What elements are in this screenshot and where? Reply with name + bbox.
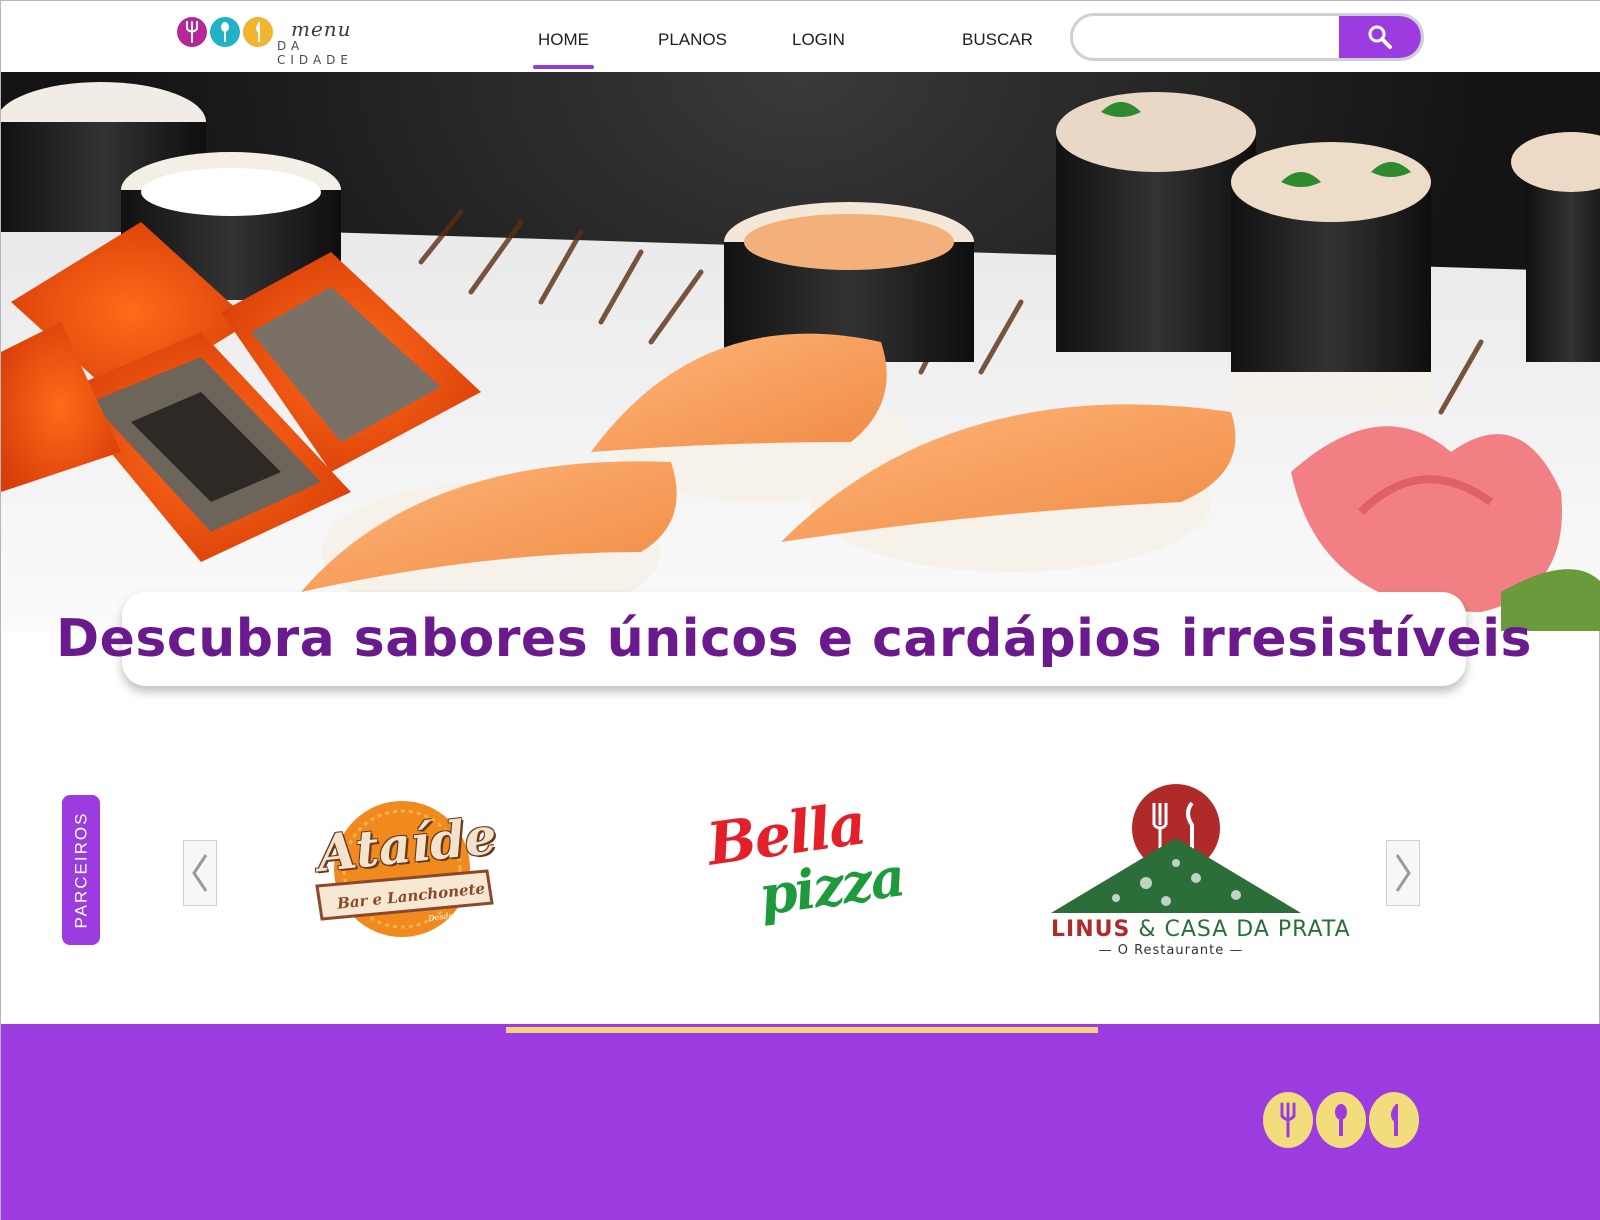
site-logo[interactable]: menu DA CIDADE <box>177 13 387 67</box>
linus-word: LINUS <box>1051 917 1131 942</box>
site-footer <box>1 1024 1600 1220</box>
spoon-icon <box>1316 1092 1366 1148</box>
nav-active-indicator <box>533 65 594 69</box>
knife-icon <box>1369 1092 1419 1148</box>
logo-dots <box>177 17 273 47</box>
search-button[interactable] <box>1339 16 1421 58</box>
search-bar <box>1070 13 1424 61</box>
logo-word-top: menu <box>291 17 352 41</box>
footer-logo[interactable] <box>1263 1092 1419 1148</box>
nav-login[interactable]: LOGIN <box>792 30 845 50</box>
logo-word-bottom: DA CIDADE <box>277 39 353 67</box>
chevron-right-icon <box>1395 854 1411 892</box>
carousel-next-button[interactable] <box>1386 840 1420 906</box>
fork-icon <box>1263 1092 1313 1148</box>
hero-tagline: Descubra sabores únicos e cardápios irre… <box>56 609 1533 669</box>
carousel-prev-button[interactable] <box>183 840 217 906</box>
site-header: menu DA CIDADE HOME PLANOS LOGIN BUSCAR <box>1 1 1600 72</box>
hero-sushi-image <box>1 82 1600 631</box>
partner-logo-ataide[interactable]: Ataíde Bar e Lanchonete Desde 1978 <box>297 791 507 951</box>
partners-label: PARCEIROS <box>71 811 90 929</box>
linus-name: LINUS & CASA DA PRATA <box>1051 917 1350 942</box>
nav-home[interactable]: HOME <box>538 30 589 50</box>
hero-banner <box>1 72 1600 631</box>
linus-tagline-text: O Restaurante <box>1117 943 1225 958</box>
nav-buscar[interactable]: BUSCAR <box>962 30 1033 50</box>
knife-icon <box>243 17 273 47</box>
linus-emblem <box>1051 784 1301 913</box>
hero-tagline-card: Descubra sabores únicos e cardápios irre… <box>56 592 1532 686</box>
footer-accent-line <box>506 1027 1098 1033</box>
partners-label-tab: PARCEIROS <box>62 795 100 945</box>
search-icon <box>1368 25 1392 49</box>
partner-logo-bella-pizza[interactable]: Bella pizza <box>701 789 911 946</box>
spoon-icon <box>210 17 240 47</box>
fork-icon <box>177 17 207 47</box>
chevron-left-icon <box>192 854 208 892</box>
nav-planos[interactable]: PLANOS <box>658 30 727 50</box>
casa-da-prata-word: & CASA DA PRATA <box>1138 917 1351 942</box>
search-input[interactable] <box>1073 16 1343 58</box>
linus-tagline: — O Restaurante — <box>1098 943 1244 958</box>
partner-logo-linus[interactable]: LINUS & CASA DA PRATA — O Restaurante — <box>1046 783 1350 961</box>
